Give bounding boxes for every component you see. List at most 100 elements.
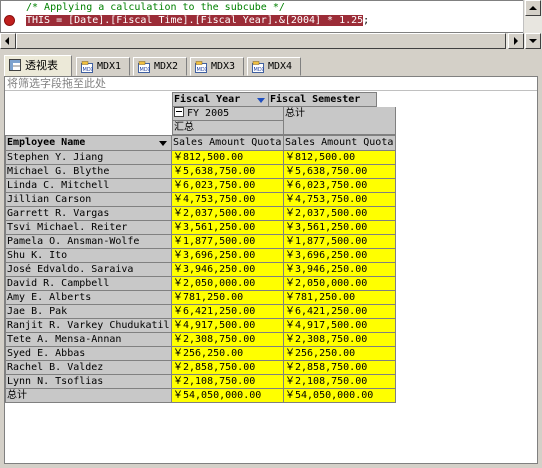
- employee-name-cell[interactable]: Linda C. Mitchell: [5, 179, 172, 193]
- total-value-cell[interactable]: ￥256,250.00: [284, 347, 396, 361]
- value-cell[interactable]: ￥2,308,750.00: [172, 333, 284, 347]
- mdx-script-editor[interactable]: /* Applying a calculation to the subcube…: [0, 0, 524, 33]
- pivot-table-area: 将筛选字段拖至此处 Fiscal Year Fiscal Semester FY…: [4, 76, 538, 464]
- collapse-icon[interactable]: [174, 107, 184, 117]
- total-value-cell[interactable]: ￥2,858,750.00: [284, 361, 396, 375]
- employee-name-label: Employee Name: [7, 137, 86, 148]
- employee-name-cell[interactable]: Tete A. Mensa-Annan: [5, 333, 172, 347]
- tab-mdx1-label: MDX1: [97, 61, 122, 72]
- total-value-cell[interactable]: ￥781,250.00: [284, 291, 396, 305]
- breakpoint-icon[interactable]: [4, 15, 15, 26]
- tab-mdx3[interactable]: MDX MDX3: [190, 57, 244, 76]
- fiscal-semester-label: Fiscal Semester: [270, 94, 361, 105]
- total-value-cell[interactable]: ￥6,421,250.00: [284, 305, 396, 319]
- value-cell[interactable]: ￥5,638,750.00: [172, 165, 284, 179]
- statement-terminator: ;: [363, 15, 370, 26]
- total-value-cell[interactable]: ￥6,023,750.00: [284, 179, 396, 193]
- pivot-table-icon: [9, 59, 21, 71]
- grand-total-value-cell[interactable]: ￥54,050,000.00: [284, 389, 396, 403]
- employee-name-cell[interactable]: Lynn N. Tsoflias: [5, 375, 172, 389]
- editor-horizontal-scrollbar[interactable]: [0, 33, 524, 49]
- employee-name-cell[interactable]: Jae B. Pak: [5, 305, 172, 319]
- arrow-up-icon: [529, 6, 537, 10]
- column-field-fiscal-semester[interactable]: Fiscal Semester: [269, 92, 377, 107]
- employee-name-cell[interactable]: Jillian Carson: [5, 193, 172, 207]
- svg-text:MDX: MDX: [254, 67, 265, 73]
- column-field-fiscal-year[interactable]: Fiscal Year: [172, 92, 269, 107]
- scroll-up-button[interactable]: [525, 0, 541, 16]
- employee-name-cell[interactable]: Stephen Y. Jiang: [5, 151, 172, 165]
- tab-mdx4[interactable]: MDX MDX4: [247, 57, 301, 76]
- tab-pivot-table-label: 透视表: [25, 59, 58, 72]
- total-value-cell[interactable]: ￥2,108,750.00: [284, 375, 396, 389]
- value-cell[interactable]: ￥1,877,500.00: [172, 235, 284, 249]
- arrow-right-icon: [514, 37, 518, 45]
- tab-strip: 透视表 MDX MDX1 MDX MDX2 MDX MDX3 MDX MDX4: [0, 55, 542, 77]
- total-row-label[interactable]: 总计: [5, 389, 172, 403]
- employee-name-cell[interactable]: Michael G. Blythe: [5, 165, 172, 179]
- mdx-icon: MDX: [138, 61, 150, 73]
- total-value-cell[interactable]: ￥3,946,250.00: [284, 263, 396, 277]
- total-value-cell[interactable]: ￥812,500.00: [284, 151, 396, 165]
- editor-vertical-scrollbar[interactable]: [523, 0, 542, 49]
- employee-name-cell[interactable]: Amy E. Alberts: [5, 291, 172, 305]
- total-value-cell[interactable]: ￥4,753,750.00: [284, 193, 396, 207]
- value-cell[interactable]: ￥3,561,250.00: [172, 221, 284, 235]
- employee-name-cell[interactable]: Ranjit R. Varkey Chudukatil: [5, 319, 172, 333]
- value-cell[interactable]: ￥2,858,750.00: [172, 361, 284, 375]
- column-member-fy-total: 汇总: [172, 121, 284, 135]
- value-cell[interactable]: ￥4,917,500.00: [172, 319, 284, 333]
- value-cell[interactable]: ￥812,500.00: [172, 151, 284, 165]
- employee-name-cell[interactable]: Shu K. Ito: [5, 249, 172, 263]
- employee-name-cell[interactable]: David R. Campbell: [5, 277, 172, 291]
- scroll-right-button[interactable]: [508, 33, 524, 49]
- value-cell[interactable]: ￥6,023,750.00: [172, 179, 284, 193]
- total-value-cell[interactable]: ￥1,877,500.00: [284, 235, 396, 249]
- total-value-cell[interactable]: ￥2,308,750.00: [284, 333, 396, 347]
- employee-name-cell[interactable]: José Edvaldo. Saraiva: [5, 263, 172, 277]
- value-cell[interactable]: ￥2,050,000.00: [172, 277, 284, 291]
- total-value-cell[interactable]: ￥54,050,000.00: [172, 389, 284, 403]
- value-cell[interactable]: ￥256,250.00: [172, 347, 284, 361]
- dropdown-arrow-icon[interactable]: [257, 98, 265, 103]
- row-field-employee-name[interactable]: Employee Name: [5, 135, 172, 151]
- employee-name-cell[interactable]: Pamela O. Ansman-Wolfe: [5, 235, 172, 249]
- dropdown-arrow-icon[interactable]: [159, 141, 167, 146]
- grand-total-column-label: 总计: [285, 108, 305, 119]
- value-cell[interactable]: ￥2,037,500.00: [172, 207, 284, 221]
- value-cell[interactable]: ￥781,250.00: [172, 291, 284, 305]
- code-statement-line: THIS = [Date].[Fiscal Time].[Fiscal Year…: [26, 15, 369, 27]
- employee-name-cell[interactable]: Tsvi Michael. Reiter: [5, 221, 172, 235]
- total-value-cell[interactable]: ￥2,037,500.00: [284, 207, 396, 221]
- fy-total-label: 汇总: [174, 122, 194, 133]
- value-cell[interactable]: ￥4,753,750.00: [172, 193, 284, 207]
- scroll-down-button[interactable]: [525, 33, 541, 49]
- mdx-icon: MDX: [195, 61, 207, 73]
- measure-header-2: Sales Amount Quota: [284, 135, 396, 151]
- total-value-cell[interactable]: ￥4,917,500.00: [284, 319, 396, 333]
- total-value-cell[interactable]: ￥5,638,750.00: [284, 165, 396, 179]
- tab-mdx2-label: MDX2: [154, 61, 179, 72]
- tab-mdx3-label: MDX3: [211, 61, 236, 72]
- scroll-left-button[interactable]: [0, 33, 16, 49]
- mdx-icon: MDX: [81, 61, 93, 73]
- measure-header-1: Sales Amount Quota: [172, 135, 284, 151]
- employee-name-cell[interactable]: Garrett R. Vargas: [5, 207, 172, 221]
- value-cell[interactable]: ￥3,696,250.00: [172, 249, 284, 263]
- employee-name-cell[interactable]: Rachel B. Valdez: [5, 361, 172, 375]
- employee-name-cell[interactable]: Syed E. Abbas: [5, 347, 172, 361]
- total-value-cell[interactable]: ￥2,050,000.00: [284, 277, 396, 291]
- column-member-fy2005[interactable]: FY 2005: [172, 107, 284, 121]
- value-cell[interactable]: ￥6,421,250.00: [172, 305, 284, 319]
- tab-mdx2[interactable]: MDX MDX2: [133, 57, 187, 76]
- highlighted-statement: THIS = [Date].[Fiscal Time].[Fiscal Year…: [26, 15, 364, 26]
- value-cell[interactable]: ￥2,108,750.00: [172, 375, 284, 389]
- total-value-cell[interactable]: ￥3,696,250.00: [284, 249, 396, 263]
- tab-mdx1[interactable]: MDX MDX1: [76, 57, 130, 76]
- total-value-cell[interactable]: ￥3,561,250.00: [284, 221, 396, 235]
- tab-pivot-table[interactable]: 透视表: [4, 55, 72, 77]
- fiscal-year-label: Fiscal Year: [174, 94, 241, 105]
- filter-drop-zone[interactable]: 将筛选字段拖至此处: [5, 77, 537, 91]
- horizontal-scroll-thumb[interactable]: [16, 33, 506, 49]
- value-cell[interactable]: ￥3,946,250.00: [172, 263, 284, 277]
